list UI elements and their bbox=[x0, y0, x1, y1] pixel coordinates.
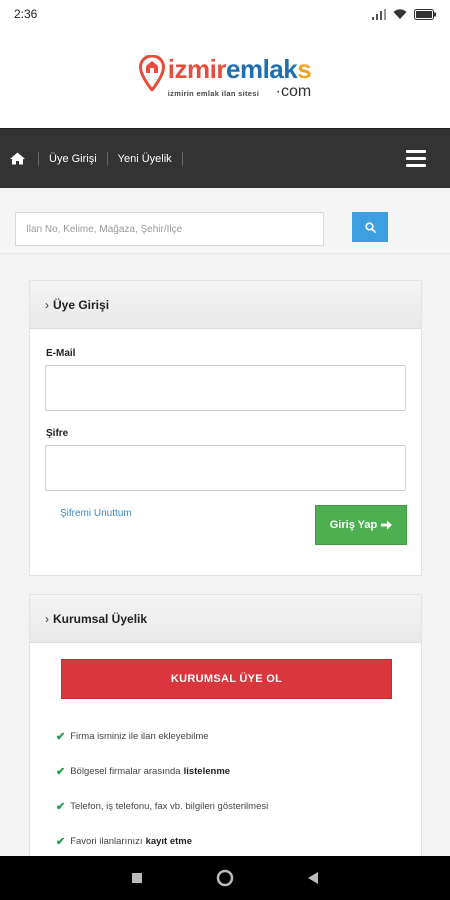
nav-divider bbox=[106, 151, 108, 166]
email-label: E-Mail bbox=[46, 348, 76, 359]
login-panel-title: Üye Girişi bbox=[53, 297, 110, 312]
recents-icon[interactable] bbox=[131, 872, 143, 884]
logo-domain: ·com bbox=[275, 83, 312, 100]
password-label: Şifre bbox=[46, 428, 69, 439]
search-icon bbox=[364, 221, 376, 233]
location-pin-icon bbox=[138, 55, 165, 91]
check-icon: ✔ bbox=[56, 801, 66, 813]
benefit-item: ✔ Telefon, iş telefonu, fax vb. bilgiler… bbox=[56, 801, 269, 813]
back-icon[interactable] bbox=[307, 871, 319, 885]
top-navbar: Üye Girişi Yeni Üyelik bbox=[0, 128, 450, 188]
email-field[interactable] bbox=[45, 365, 406, 411]
signal-icon bbox=[372, 8, 386, 20]
nav-divider bbox=[38, 151, 39, 166]
status-bar: 2:36 bbox=[0, 0, 450, 28]
system-nav-bar bbox=[0, 856, 450, 900]
arrow-right-icon bbox=[381, 520, 393, 530]
nav-register-link[interactable]: Yeni Üyelik bbox=[118, 153, 172, 165]
site-logo[interactable]: izmiremlaks izmirin emlak ilan sitesi ·c… bbox=[138, 54, 312, 101]
forgot-password-link[interactable]: Şifremi Unuttum bbox=[60, 508, 132, 519]
chevron-right-icon: › bbox=[45, 297, 49, 312]
corporate-membership-panel: › Kurumsal Üyelik KURUMSAL ÜYE OL ✔ Firm… bbox=[29, 594, 422, 864]
login-panel: › Üye Girişi E-Mail Şifre Şifremi Unuttu… bbox=[29, 280, 422, 576]
nav-divider bbox=[181, 151, 183, 166]
logo-area: izmiremlaks izmirin emlak ilan sitesi ·c… bbox=[0, 28, 450, 128]
corporate-panel-title: Kurumsal Üyelik bbox=[53, 611, 148, 626]
search-bar bbox=[0, 188, 450, 254]
login-button-label: Giriş Yap bbox=[329, 519, 378, 531]
benefit-item: ✔ Favori ilanlarınızı kayıt etme bbox=[56, 836, 193, 848]
status-icons bbox=[372, 8, 436, 20]
corporate-signup-button[interactable]: KURUMSAL ÜYE OL bbox=[61, 659, 392, 699]
password-field[interactable] bbox=[45, 445, 406, 491]
benefit-item: ✔ Bölgesel firmalar arasında listelenme bbox=[56, 766, 231, 778]
battery-icon bbox=[414, 8, 436, 20]
wifi-icon bbox=[393, 8, 407, 19]
nav-login-link[interactable]: Üye Girişi bbox=[49, 153, 97, 165]
home-button-icon[interactable] bbox=[216, 869, 234, 887]
hamburger-icon[interactable] bbox=[406, 150, 426, 167]
check-icon: ✔ bbox=[56, 766, 66, 778]
search-input[interactable] bbox=[15, 212, 324, 246]
check-icon: ✔ bbox=[56, 836, 66, 848]
check-icon: ✔ bbox=[56, 731, 66, 743]
chevron-right-icon: › bbox=[45, 611, 49, 626]
status-time: 2:36 bbox=[14, 7, 38, 21]
home-icon[interactable] bbox=[10, 150, 28, 168]
benefit-item: ✔ Firma isminiz ile ilan ekleyebilme bbox=[56, 731, 209, 743]
corporate-panel-header: › Kurumsal Üyelik bbox=[30, 595, 421, 643]
login-panel-header: › Üye Girişi bbox=[30, 281, 421, 329]
login-button[interactable]: Giriş Yap bbox=[315, 505, 407, 545]
logo-tagline: izmirin emlak ilan sitesi bbox=[167, 89, 260, 98]
search-button[interactable] bbox=[352, 212, 388, 242]
logo-wordmark: izmiremlaks bbox=[167, 54, 312, 84]
